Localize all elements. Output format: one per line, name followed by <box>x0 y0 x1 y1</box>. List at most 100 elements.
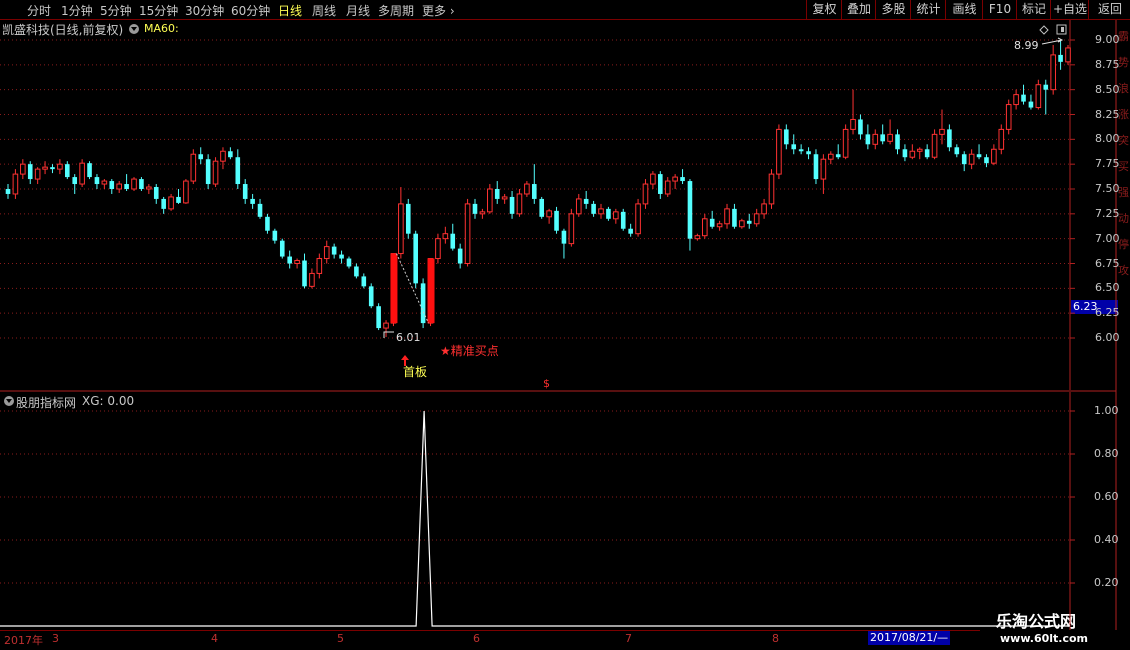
side-panel-glyph: 浪 <box>1118 82 1129 95</box>
candle-body-up <box>323 246 330 260</box>
candle-body-down <box>798 149 804 152</box>
candle-body-up <box>776 128 782 175</box>
candle-body-down <box>450 233 456 249</box>
price-tick-label: 7.75 <box>1095 157 1120 171</box>
month-label: 8 <box>772 632 779 645</box>
price-tick-label: 8.25 <box>1095 107 1120 121</box>
candle-body-up <box>479 211 486 215</box>
candle-body-down <box>554 210 559 231</box>
candle-body-up <box>131 178 137 190</box>
price-tick-label: 9.00 <box>1095 33 1120 46</box>
price-tick-label: 6.50 <box>1095 281 1120 295</box>
candle-body-up <box>398 203 404 255</box>
candle-body-up <box>931 133 938 158</box>
candle-body-up <box>887 133 893 142</box>
candle-body-down <box>72 177 78 185</box>
first-board-arrow <box>401 355 409 366</box>
indicator-tick-label: 0.40 <box>1094 533 1119 546</box>
candle-body-up <box>487 188 493 213</box>
price-tick-label: 7.00 <box>1095 231 1120 245</box>
candle-body-down <box>509 196 515 214</box>
candle-body-down <box>976 154 982 158</box>
candle-body-up <box>524 183 530 195</box>
candle-body-down <box>680 177 685 182</box>
candle-body-up <box>761 203 767 215</box>
candle-body-up <box>842 128 849 158</box>
candle-body-down <box>1028 101 1034 108</box>
candle-body-up <box>1005 104 1012 130</box>
side-panel-glyph: 动 <box>1118 212 1129 225</box>
candle-body-up <box>42 166 48 170</box>
candle-body-down <box>242 184 248 199</box>
signal-bar <box>390 253 398 324</box>
month-label: 5 <box>337 632 344 645</box>
side-panel-glyph: 买 <box>1118 160 1129 173</box>
candle-body-down <box>954 147 960 155</box>
candle-body-down <box>361 276 367 287</box>
candle-body-down <box>620 211 626 229</box>
side-panel-glyph: 攻 <box>1118 264 1129 277</box>
candle-body-down <box>606 208 611 219</box>
candle-body-up <box>190 153 197 182</box>
month-label: 7 <box>625 632 632 645</box>
candle-body-down <box>27 164 33 180</box>
candle-body-up <box>516 193 523 215</box>
candle-body-up <box>968 153 975 165</box>
candle-body-down <box>302 260 307 287</box>
candle-body-down <box>561 230 567 244</box>
side-panel-glyph: 强 <box>1118 186 1129 199</box>
candle-body-down <box>65 164 70 178</box>
candle-body-down <box>235 157 241 185</box>
candle-body-down <box>835 154 841 158</box>
candle-body-down <box>272 230 278 241</box>
candle-body-down <box>813 154 819 180</box>
candle-body-down <box>583 198 589 204</box>
candle-body-up <box>168 196 174 210</box>
candle-body-up <box>575 198 582 215</box>
candle-body-up <box>909 150 916 158</box>
candle-body-down <box>472 203 478 214</box>
candle-body-down <box>709 218 715 227</box>
candle-body-down <box>895 134 900 150</box>
candle-body-down <box>784 129 789 145</box>
candle-body-down <box>346 258 352 267</box>
month-label: 3 <box>52 632 59 645</box>
price-tick-label: 8.75 <box>1095 57 1120 71</box>
candle-body-up <box>768 173 775 205</box>
candle-body-down <box>153 187 159 199</box>
diamond-icon <box>1039 25 1049 35</box>
candle-body-up <box>101 180 108 185</box>
side-panel-glyph: 停 <box>1118 238 1129 251</box>
candle-body-up <box>79 162 85 185</box>
candle-body-up <box>872 133 879 145</box>
candle-body-up <box>309 272 315 287</box>
candle-body-down <box>539 198 545 217</box>
candle-body-up <box>435 238 441 260</box>
candle-body-up <box>598 208 604 215</box>
candle-body-up <box>739 220 745 228</box>
candle-body-down <box>687 181 693 239</box>
candle-body-down <box>198 154 204 160</box>
candle-body-down <box>109 181 115 189</box>
side-panel-glyph: 涨 <box>1118 108 1129 121</box>
candle-body-up <box>724 208 730 225</box>
candle-body-up <box>57 163 63 170</box>
candle-body-up <box>701 218 708 237</box>
candle-body-down <box>287 256 292 264</box>
candle-body-up <box>546 210 552 218</box>
signal-bar <box>427 258 435 324</box>
candle-body-up <box>664 180 671 195</box>
kline-chart[interactable] <box>0 0 1130 650</box>
candle-body-down <box>228 151 233 158</box>
candle-body-up <box>501 196 508 200</box>
candle-body-down <box>984 157 989 164</box>
candle-body-up <box>442 233 449 240</box>
candle-body-down <box>339 254 344 259</box>
candle-body-down <box>902 149 908 158</box>
candle-body-down <box>1043 84 1049 90</box>
candle-body-up <box>1035 84 1042 109</box>
candle-body-down <box>413 233 418 284</box>
candle-body-down <box>658 174 663 194</box>
price-tick-label: 7.50 <box>1095 182 1120 195</box>
candle-body-down <box>806 151 811 155</box>
